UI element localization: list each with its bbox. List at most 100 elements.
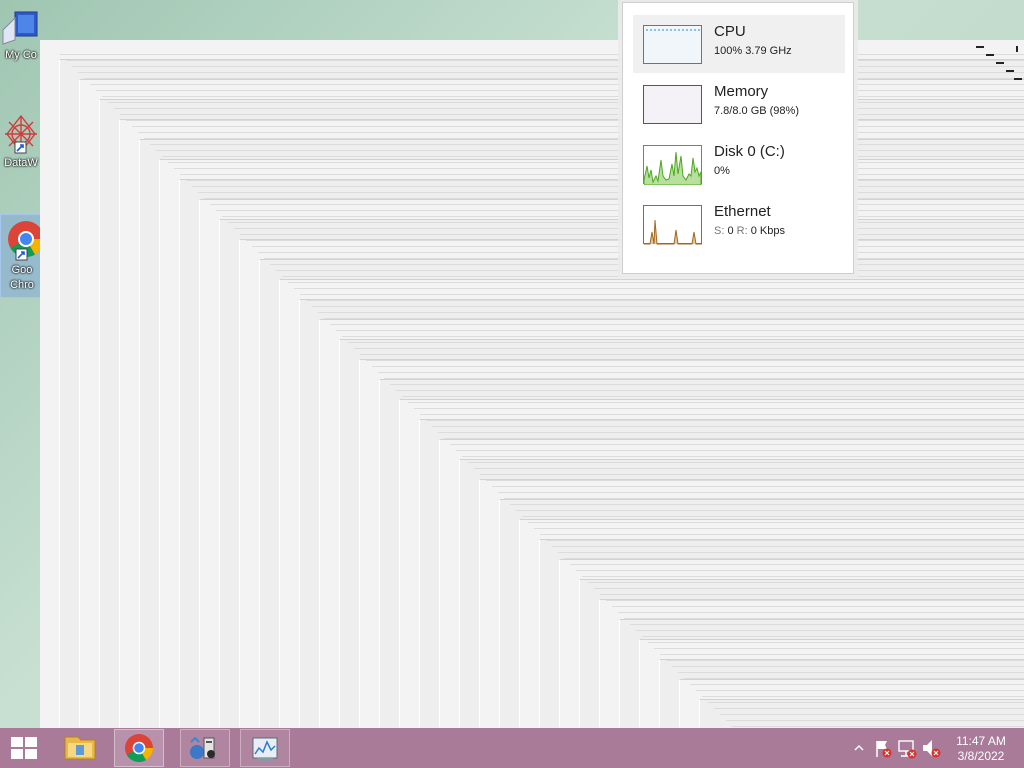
ghost-scanline bbox=[486, 480, 1024, 481]
ghost-scanline bbox=[162, 156, 1024, 157]
ghost-scanline bbox=[384, 378, 1024, 379]
ghost-scanline bbox=[408, 402, 1024, 403]
ghost-scanline bbox=[126, 120, 1024, 121]
ghost-scanline bbox=[582, 576, 1024, 577]
chrome-icon bbox=[125, 734, 153, 762]
taskbar-clock[interactable]: 11:47 AM 3/8/2022 bbox=[946, 734, 1016, 764]
ghost-scanline bbox=[390, 384, 1024, 385]
ghost-scanline bbox=[492, 486, 1024, 487]
ghost-scanline bbox=[192, 186, 1024, 187]
desktop-icon-my-computer[interactable]: My Co bbox=[0, 10, 42, 63]
windows-start-icon bbox=[11, 737, 37, 759]
clock-time: 11:47 AM bbox=[956, 734, 1006, 748]
ghost-scanline bbox=[114, 108, 1024, 109]
ghost-scanline bbox=[444, 438, 1024, 439]
ghost-scanline bbox=[690, 684, 1024, 685]
perf-item-ethernet[interactable]: Ethernet S: 0 R: 0 Kbps bbox=[633, 195, 845, 253]
ghost-scanline bbox=[630, 624, 1024, 625]
ghost-scanline bbox=[654, 648, 1024, 649]
perf-item-cpu[interactable]: CPU 100% 3.79 GHz bbox=[633, 15, 845, 73]
taskbar-task-manager[interactable] bbox=[240, 729, 290, 767]
ghost-scanline bbox=[450, 444, 1024, 445]
ghost-scanline bbox=[570, 564, 1024, 565]
perf-item-disk[interactable]: Disk 0 (C:) 0% bbox=[633, 135, 845, 193]
ghost-scanline bbox=[348, 342, 1024, 343]
ghost-scanline bbox=[552, 546, 1024, 547]
ghost-scanline bbox=[522, 516, 1024, 517]
ghost-scanline bbox=[516, 510, 1024, 511]
ghost-scanline bbox=[576, 570, 1024, 571]
desktop-icon-label: DataW bbox=[4, 157, 38, 169]
send-value: 0 bbox=[727, 225, 734, 237]
clock-date: 3/8/2022 bbox=[957, 749, 1005, 763]
ghost-scanline bbox=[180, 174, 1024, 175]
ghost-scanline bbox=[288, 282, 1024, 283]
ethernet-graph bbox=[643, 205, 702, 245]
taskbar: 11:47 AM 3/8/2022 bbox=[0, 728, 1024, 768]
ghost-scanline bbox=[414, 408, 1024, 409]
ghost-scanline bbox=[78, 72, 1024, 73]
taskbar-google-chrome[interactable] bbox=[114, 729, 164, 767]
window-ghost-trail bbox=[40, 40, 1024, 728]
ghost-scanline bbox=[666, 660, 1024, 661]
ghost-scanline bbox=[210, 204, 1024, 205]
ghost-scanline bbox=[300, 294, 1024, 295]
perf-item-subtitle: 7.8/8.0 GB (98%) bbox=[714, 105, 799, 117]
desktop-icon-label: Goo bbox=[11, 264, 33, 276]
ghost-scanline bbox=[636, 630, 1024, 631]
ghost-scanline bbox=[174, 168, 1024, 169]
ghost-scanline bbox=[672, 666, 1024, 667]
taskbar-file-explorer[interactable] bbox=[56, 729, 106, 767]
ghost-scanline bbox=[624, 618, 1024, 619]
ghost-scanline bbox=[600, 594, 1024, 595]
action-center-flag-icon[interactable] bbox=[872, 728, 894, 768]
perf-item-memory[interactable]: Memory 7.8/8.0 GB (98%) bbox=[633, 75, 845, 133]
ghost-scanline bbox=[150, 144, 1024, 145]
show-hidden-icons-chevron-icon[interactable] bbox=[852, 728, 866, 768]
ghost-scanline bbox=[396, 390, 1024, 391]
volume-muted-icon[interactable] bbox=[920, 728, 942, 768]
ghost-scanline bbox=[588, 582, 1024, 583]
start-button[interactable] bbox=[0, 728, 48, 768]
ghost-scanline bbox=[306, 300, 1024, 301]
ghost-scanline bbox=[96, 90, 1024, 91]
perf-item-subtitle: 0% bbox=[714, 165, 730, 177]
ghost-scanline bbox=[540, 534, 1024, 535]
ghost-scanline bbox=[726, 720, 1024, 721]
ghost-scanline bbox=[732, 726, 1024, 727]
desktop-icon-google-chrome[interactable]: Goo Chro bbox=[0, 214, 44, 298]
network-status-icon[interactable] bbox=[896, 728, 918, 768]
ghost-scanline bbox=[684, 678, 1024, 679]
send-label: S: bbox=[714, 225, 725, 237]
desktop-icon-label-line2: Chro bbox=[10, 279, 34, 291]
ghost-scanline bbox=[474, 468, 1024, 469]
ghost-scanline bbox=[132, 126, 1024, 127]
ghost-scanline bbox=[660, 654, 1024, 655]
perf-item-title: CPU bbox=[714, 23, 746, 40]
ghost-scanline bbox=[138, 132, 1024, 133]
perf-item-subtitle: S: 0 R: 0 Kbps bbox=[714, 225, 785, 237]
ghost-scanline bbox=[720, 714, 1024, 715]
ghost-scanline bbox=[420, 414, 1024, 415]
taskbar-network-app[interactable] bbox=[180, 729, 230, 767]
ghost-scanline bbox=[612, 606, 1024, 607]
cpu-graph bbox=[643, 25, 702, 64]
ghost-scanline bbox=[702, 696, 1024, 697]
ghost-scanline bbox=[66, 60, 1024, 61]
ghost-scanline bbox=[714, 708, 1024, 709]
memory-graph bbox=[643, 85, 702, 124]
ghost-scanline bbox=[108, 102, 1024, 103]
ghost-scanline bbox=[402, 396, 1024, 397]
ghost-scanline bbox=[90, 84, 1024, 85]
ghost-scanline bbox=[642, 636, 1024, 637]
desktop-icon-datawarrior[interactable]: DataW bbox=[0, 112, 42, 171]
ghost-scanline bbox=[366, 360, 1024, 361]
ghost-scanline bbox=[648, 642, 1024, 643]
ghost-scanline bbox=[594, 588, 1024, 589]
computer-icon bbox=[2, 11, 38, 45]
ghost-scanline bbox=[708, 702, 1024, 703]
window-caption-buttons-trail bbox=[974, 44, 1024, 104]
perf-item-title: Disk 0 (C:) bbox=[714, 143, 785, 160]
receive-value: 0 Kbps bbox=[750, 225, 785, 237]
ghost-scanline bbox=[606, 600, 1024, 601]
